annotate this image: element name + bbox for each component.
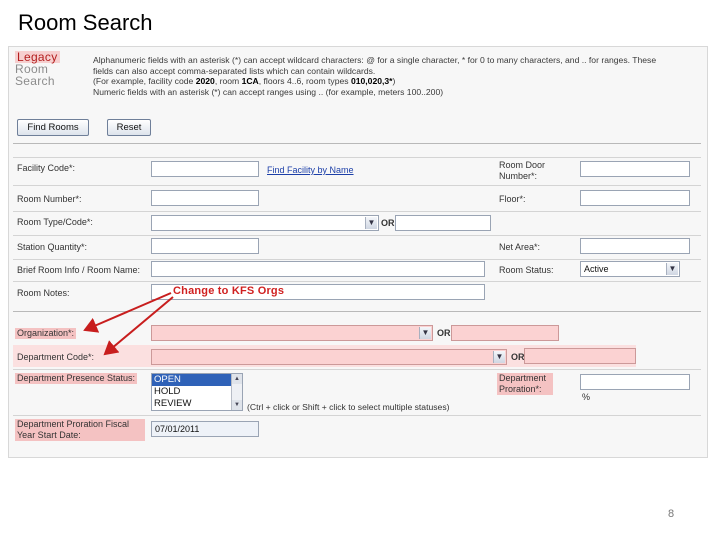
instructions-line-4: Numeric fields with an asterisk (*) can … <box>93 86 444 97</box>
department-code-input[interactable] <box>524 348 636 364</box>
listbox-scrollbar[interactable]: ▲ ▼ <box>231 374 242 410</box>
station-quantity-label: Station Quantity*: <box>17 242 88 252</box>
brief-room-info-label: Brief Room Info / Room Name: <box>17 265 141 275</box>
presence-option-review[interactable]: REVIEW <box>152 398 242 410</box>
room-notes-label: Room Notes: <box>17 288 70 298</box>
chevron-down-icon: ▼ <box>493 351 505 363</box>
department-code-label: Department Code*: <box>17 352 95 362</box>
facility-code-label: Facility Code*: <box>17 163 76 173</box>
department-proration-input[interactable] <box>580 374 690 390</box>
chevron-down-icon: ▼ <box>666 263 678 275</box>
divider <box>13 311 701 312</box>
room-type-select[interactable]: ▼ <box>151 215 379 231</box>
chevron-down-icon: ▼ <box>419 327 431 339</box>
instructions-line-1: Alphanumeric fields with an asterisk (*)… <box>93 55 657 65</box>
net-area-label: Net Area*: <box>499 242 541 252</box>
brief-room-info-input[interactable] <box>151 261 485 277</box>
or-label: OR <box>511 352 525 362</box>
floor-label: Floor*: <box>499 194 526 204</box>
kfs-orgs-callout: Change to KFS Orgs <box>173 285 285 297</box>
room-code-input[interactable] <box>395 215 491 231</box>
department-presence-status-listbox[interactable]: OPEN HOLD REVIEW ▲ ▼ <box>151 373 243 411</box>
facility-code-input[interactable] <box>151 161 259 177</box>
logo-line-search: Search <box>15 74 55 88</box>
room-door-number-label: Room Door Number*: <box>499 160 546 181</box>
room-type-code-label: Room Type/Code*: <box>17 217 93 227</box>
organization-label: Organization*: <box>15 328 77 339</box>
find-facility-by-name-link[interactable]: Find Facility by Name <box>267 165 354 175</box>
floor-input[interactable] <box>580 190 690 206</box>
room-status-label: Room Status: <box>499 265 554 275</box>
presence-option-hold[interactable]: HOLD <box>152 386 242 398</box>
department-proration-label: Department Proration*: <box>497 373 553 395</box>
multi-select-hint: (Ctrl + click or Shift + click to select… <box>247 402 450 412</box>
station-quantity-input[interactable] <box>151 238 259 254</box>
divider <box>13 143 701 144</box>
instructions-line-3: (For example, facility code 2020, room 1… <box>93 76 396 86</box>
search-instructions: Alphanumeric fields with an asterisk (*)… <box>93 55 703 97</box>
fiscal-year-start-date-input[interactable]: 07/01/2011 <box>151 421 259 437</box>
room-door-number-input[interactable] <box>580 161 690 177</box>
percent-unit: % <box>582 392 591 402</box>
net-area-input[interactable] <box>580 238 690 254</box>
chevron-down-icon: ▼ <box>365 217 377 229</box>
or-label: OR <box>381 218 395 228</box>
department-code-select[interactable]: ▼ <box>151 349 507 365</box>
reset-button[interactable]: Reset <box>107 119 151 136</box>
scroll-down-icon[interactable]: ▼ <box>232 400 242 410</box>
presence-option-open[interactable]: OPEN <box>152 374 242 386</box>
room-search-screenshot: Legacy Room Search Alphanumeric fields w… <box>8 46 708 458</box>
room-number-input[interactable] <box>151 190 259 206</box>
instructions-line-2: fields can also accept comma-separated l… <box>93 65 376 76</box>
department-proration-start-label: Department Proration Fiscal Year Start D… <box>15 419 145 441</box>
room-number-label: Room Number*: <box>17 194 82 204</box>
or-label: OR <box>437 328 451 338</box>
legacy-room-search-logo: Legacy Room Search <box>15 51 77 87</box>
slide-page-number: 8 <box>668 508 675 520</box>
department-presence-status-label: Department Presence Status: <box>15 373 138 384</box>
organization-select[interactable]: ▼ <box>151 325 433 341</box>
slide-title: Room Search <box>18 10 153 35</box>
find-rooms-button[interactable]: Find Rooms <box>17 119 89 136</box>
scroll-up-icon[interactable]: ▲ <box>232 374 242 384</box>
organization-code-input[interactable] <box>451 325 559 341</box>
room-status-select[interactable]: Active ▼ <box>580 261 680 277</box>
